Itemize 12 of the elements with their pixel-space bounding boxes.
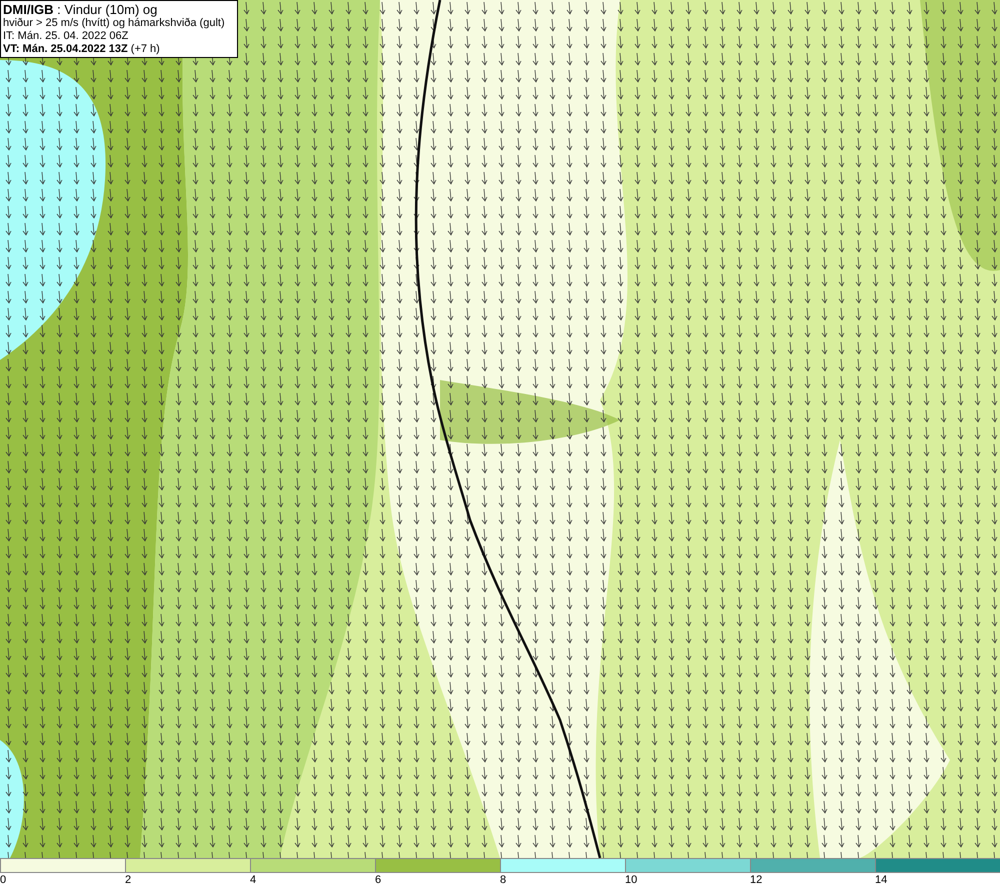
caption-line: DMI/IGB : Vindur (10m) og bbox=[3, 2, 158, 17]
legend-tick-label: 0 bbox=[0, 873, 6, 887]
legend-tick-label: 10 bbox=[625, 873, 638, 887]
legend-tick-label: 4 bbox=[250, 873, 256, 887]
legend-tick-label: 2 bbox=[125, 873, 132, 887]
caption-line: IT: Mán. 25. 04. 2022 06Z bbox=[3, 30, 130, 43]
caption-line: hviður > 25 m/s (hvítt) og hámarkshviða (gult) bbox=[3, 17, 226, 30]
legend-tick-label: 8 bbox=[500, 873, 506, 887]
legend-tick-label: 6 bbox=[375, 873, 382, 887]
caption-line: VT: Mán. 25.04.2022 13Z (+7 h) bbox=[3, 43, 161, 56]
legend-tick-label: 14 bbox=[875, 873, 888, 887]
legend-tick-label: 12 bbox=[750, 873, 762, 887]
